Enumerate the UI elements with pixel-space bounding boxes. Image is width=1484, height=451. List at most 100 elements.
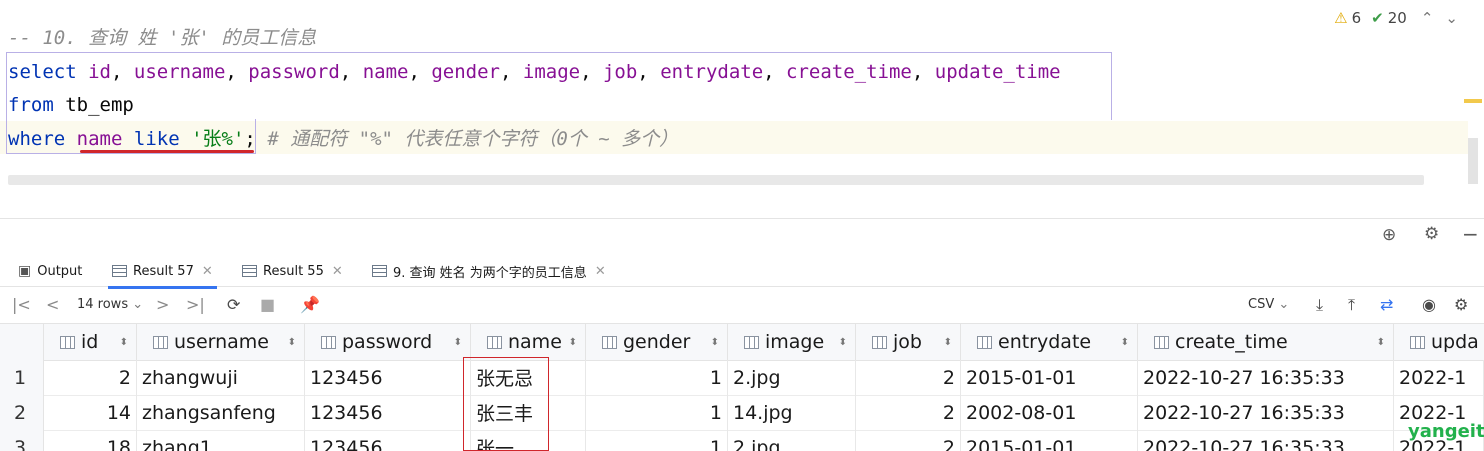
minimize-icon[interactable]: − [1462,222,1479,246]
cell-gender[interactable]: 1 [586,360,728,395]
sort-icon[interactable]: ⬍ [120,337,128,348]
cell-username[interactable]: zhangwuji [137,360,305,395]
cell-id[interactable]: 2 [44,360,137,395]
cell-job[interactable]: 2 [856,395,961,430]
editor-panel-divider[interactable] [0,190,1484,219]
settings-icon[interactable]: ⚙ [1454,295,1468,314]
header-label: password [342,331,433,353]
header-image[interactable]: image ⬍ [728,324,856,360]
download-icon[interactable]: ⤓ [1316,295,1323,315]
tab-query-9[interactable]: 9. 查询 姓名 为两个字的员工信息 ✕ [372,260,606,282]
view-icon[interactable]: ◉ [1422,295,1436,314]
sort-icon[interactable]: ⬍ [288,337,296,348]
close-icon[interactable]: ✕ [332,264,343,279]
tab-output[interactable]: ▣ Output [18,260,82,282]
tab-label: 9. 查询 姓名 为两个字的员工信息 [393,265,587,281]
column-icon [744,335,759,349]
trailing-comment: # 通配符 "%" 代表任意个字符（0个 ~ 多个） [267,128,679,150]
cell-entrydate[interactable]: 2015-01-01 [961,430,1138,451]
column-username: username [133,61,226,83]
column-gender: gender [431,61,500,83]
error-underline [80,150,254,153]
horizontal-scrollbar[interactable] [8,175,1424,185]
previous-page-icon[interactable]: < [46,295,59,314]
cell-entrydate[interactable]: 2002-08-01 [961,395,1138,430]
pin-icon[interactable]: 📌 [300,295,320,314]
cell-job[interactable]: 2 [856,430,961,451]
cell-id[interactable]: 18 [44,430,137,451]
close-icon[interactable]: ✕ [595,264,606,279]
cell-username[interactable]: zhang1 [137,430,305,451]
sort-icon[interactable]: ⬍ [569,337,577,348]
sort-icon[interactable]: ⬍ [1377,337,1385,348]
result-grid[interactable]: id ⬍ username ⬍ password ⬍ name ⬍ gender ⬍ im… [0,324,1484,451]
table-row[interactable]: 3 18 zhang1 123456 张一 1 2.jpg 2 2015-01-… [0,430,1484,451]
cell-password[interactable]: 123456 [305,430,471,451]
compare-icon[interactable]: ⇄ [1380,295,1393,314]
from-keyword: from [8,94,54,116]
table-name: tb_emp [65,94,134,116]
vertical-scrollbar[interactable] [1468,138,1478,184]
cell-gender[interactable]: 1 [586,395,728,430]
close-icon[interactable]: ✕ [202,264,213,279]
next-page-icon[interactable]: > [156,295,169,314]
sort-icon[interactable]: ⬍ [454,337,462,348]
rows-label: 14 rows [77,297,129,312]
header-create-time[interactable]: create_time ⬍ [1138,324,1394,360]
sql-editor[interactable]: ⚠ 6 ✔ 20 ⌃ ⌄ -- 10. 查询 姓 '张' 的员工信息 selec… [0,0,1484,190]
cell-username[interactable]: zhangsanfeng [137,395,305,430]
tab-result-55[interactable]: Result 55 ✕ [242,260,343,282]
sort-icon[interactable]: ⬍ [711,337,719,348]
refresh-icon[interactable]: ⟳ [227,295,240,314]
crosshair-icon[interactable]: ⊕ [1382,225,1396,245]
cell-image[interactable]: 14.jpg [728,395,856,430]
header-password[interactable]: password ⬍ [305,324,471,360]
warning-stripe-marker[interactable] [1464,99,1482,103]
tab-result-57[interactable]: Result 57 ✕ [108,260,217,289]
sort-icon[interactable]: ⬍ [1121,337,1129,348]
cell-password[interactable]: 123456 [305,360,471,395]
chevron-up-icon[interactable]: ⌃ [1421,9,1434,27]
table-row[interactable]: 2 14 zhangsanfeng 123456 张三丰 1 14.jpg 2 … [0,395,1484,431]
header-entrydate[interactable]: entrydate ⬍ [961,324,1138,360]
header-update-time[interactable]: upda [1394,324,1484,360]
cell-image[interactable]: 2.jpg [728,430,856,451]
column-icon [602,335,617,349]
gear-icon[interactable]: ⚙ [1424,224,1439,244]
stop-icon[interactable]: ■ [260,295,275,314]
header-id[interactable]: id ⬍ [44,324,137,360]
column-name: name [362,61,409,83]
header-name[interactable]: name ⬍ [471,324,586,360]
cell-entrydate[interactable]: 2015-01-01 [961,360,1138,395]
cell-password[interactable]: 123456 [305,395,471,430]
cell-image[interactable]: 2.jpg [728,360,856,395]
cell-create-time[interactable]: 2022-10-27 16:35:33 [1138,430,1394,451]
table-row[interactable]: 1 2 zhangwuji 123456 张无忌 1 2.jpg 2 2015-… [0,360,1484,396]
sort-icon[interactable]: ⬍ [839,337,847,348]
header-username[interactable]: username ⬍ [137,324,305,360]
header-gender[interactable]: gender ⬍ [586,324,728,360]
cell-gender[interactable]: 1 [586,430,728,451]
comment-line: -- 10. 查询 姓 '张' 的员工信息 [8,27,317,49]
cell-create-time[interactable]: 2022-10-27 16:35:33 [1138,360,1394,395]
first-page-icon[interactable]: |< [12,295,31,314]
inspection-widget[interactable]: ⚠ 6 ✔ 20 ⌃ ⌄ [1334,8,1458,28]
column-update-time: update_time [934,61,1061,83]
tab-label: Result 55 [263,263,324,279]
chevron-down-icon[interactable]: ⌄ [1445,9,1458,27]
column-icon [1154,335,1169,349]
header-job[interactable]: job ⬍ [856,324,961,360]
watermark-logo: yangeit [1408,421,1484,442]
where-keyword: where [8,128,66,150]
export-format-selector[interactable]: CSV ⌄ [1248,297,1289,312]
cell-update-time[interactable]: 2022-1 [1394,360,1484,395]
header-label: job [893,331,922,353]
cell-create-time[interactable]: 2022-10-27 16:35:33 [1138,395,1394,430]
rows-selector[interactable]: 14 rows ⌄ [77,297,143,312]
cell-id[interactable]: 14 [44,395,137,430]
column-icon [872,335,887,349]
upload-icon[interactable]: ⤒ [1348,295,1355,315]
last-page-icon[interactable]: >| [186,295,205,314]
sort-icon[interactable]: ⬍ [944,337,952,348]
cell-job[interactable]: 2 [856,360,961,395]
